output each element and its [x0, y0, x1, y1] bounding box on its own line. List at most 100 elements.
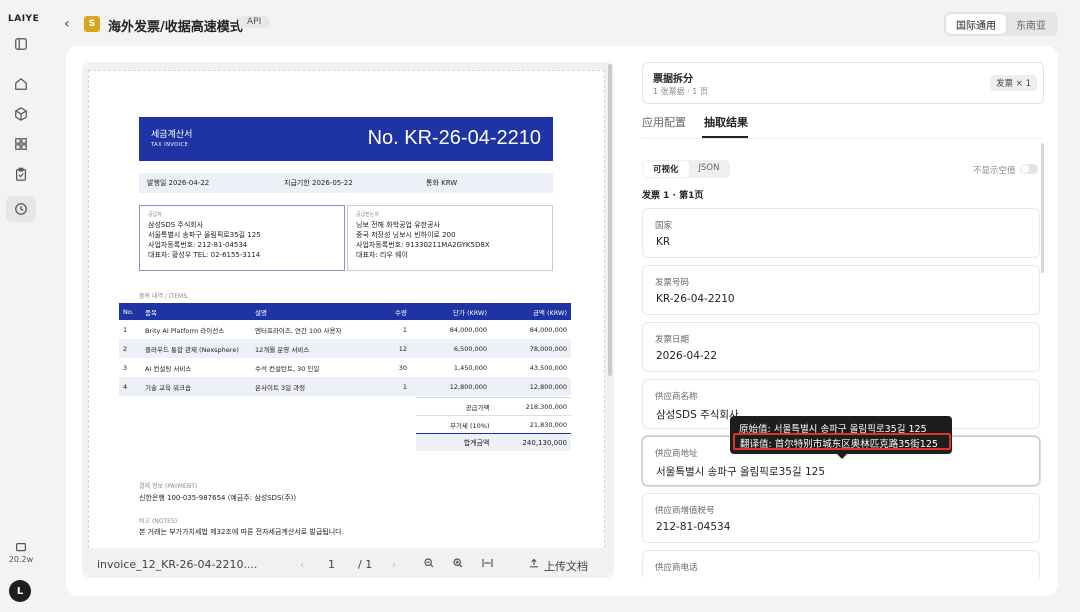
- credit-balance: 20.2w: [8, 555, 34, 564]
- notes-text: 본 거래는 부가가치세법 제32조에 따른 전자세금계산서로 발급됩니다.: [139, 528, 344, 536]
- field-invoice-number[interactable]: 发票号码 KR-26-04-2210: [642, 265, 1040, 315]
- avatar[interactable]: L: [9, 580, 31, 602]
- cell: 1: [402, 325, 407, 334]
- page-number-input[interactable]: 1: [328, 558, 335, 571]
- split-title: 票据拆分: [653, 74, 693, 85]
- upload-button[interactable]: 上传文档: [544, 558, 588, 574]
- totals-row: 공급가액 218,300,000: [416, 397, 571, 415]
- cell: 1: [381, 377, 411, 396]
- totals-value: 218,300,000: [525, 402, 567, 411]
- table-row: 4 기술 교육 워크숍 온사이트 3일 과정 1 12,800,000 12,8…: [119, 377, 571, 396]
- totals-value: 21,830,000: [529, 420, 567, 429]
- view-mode-switch: 可视化 JSON: [642, 160, 731, 178]
- field-country[interactable]: 国家 KR: [642, 208, 1040, 258]
- view-visual[interactable]: 可视化: [643, 161, 689, 177]
- prev-page-button[interactable]: ‹: [300, 558, 304, 571]
- table-row: 3 AI 컨설팅 서비스 수석 컨설턴트, 30 인일 30 1,450,000…: [119, 358, 571, 377]
- field-label: 发票日期: [655, 335, 690, 345]
- tab-extraction-result[interactable]: 抽取结果: [704, 114, 748, 130]
- next-page-button[interactable]: ›: [392, 558, 396, 571]
- laiye-logo: LAIYE: [8, 14, 40, 24]
- table-row: 1 Brity AI Platform 라이선스 엔터프라이즈, 연간 100 …: [119, 320, 571, 339]
- left-rail: LAIYE 20.2w L: [0, 0, 42, 612]
- invoice-page: 세금계산서 TAX INVOICE No. KR-26-04-2210 발행일 …: [88, 70, 605, 548]
- tab-app-config[interactable]: 应用配置: [642, 114, 686, 130]
- region-international[interactable]: 国际通用: [946, 14, 1006, 34]
- cell: 3: [123, 363, 128, 372]
- cell: 온사이트 3일 과정: [251, 377, 381, 396]
- split-summary: 票据拆分 1 张票据 · 1 页 发票 × 1: [642, 62, 1044, 104]
- cell: 6,500,000: [411, 339, 491, 358]
- hide-empty-toggle[interactable]: [1020, 164, 1038, 174]
- col-header: 설명: [251, 303, 381, 320]
- totals-label: 합계금액: [463, 438, 490, 447]
- view-json[interactable]: JSON: [689, 161, 730, 177]
- cell: 기술 교육 워크숍: [141, 377, 251, 396]
- supplier-line: 삼성SDS 주식회사: [148, 221, 204, 229]
- back-icon[interactable]: ‹: [64, 16, 70, 32]
- clipboard-icon[interactable]: [13, 166, 29, 182]
- upload-icon[interactable]: [529, 558, 539, 571]
- supplier-line: 사업자등록번호: 212-81-04534: [148, 241, 248, 249]
- field-label: 供应商名称: [655, 392, 698, 402]
- viewer-scrollbar[interactable]: [608, 64, 612, 376]
- field-value: 삼성SDS 주식회사: [656, 409, 739, 421]
- supplier-line: 서울특별시 송파구 올림픽로35길 125: [148, 231, 261, 239]
- invoice-section-title: 发票 1 · 第1页: [642, 191, 704, 201]
- buyer-line: 중국 저장성 닝보시 빈하이로 200: [356, 231, 456, 239]
- totals-value: 240,130,000: [522, 438, 567, 447]
- totals-label: 부가세 (10%): [449, 421, 490, 430]
- invoice-count-badge[interactable]: 发票 × 1: [990, 75, 1037, 91]
- cell: 12,800,000: [411, 377, 491, 396]
- field-supplier-tax-id[interactable]: 供应商增值税号 212-81-04534: [642, 493, 1040, 543]
- tooltip-arrow: [837, 454, 847, 459]
- items-caption: 품목 내역 / ITEMS: [139, 293, 188, 300]
- due-date: 지급기한 2026-05-22: [284, 179, 353, 187]
- col-header: 수량: [381, 303, 411, 320]
- cell: 43,500,000: [529, 363, 567, 372]
- supplier-box: 공급자 삼성SDS 주식회사 서울특별시 송파구 올림픽로35길 125 사업자…: [139, 205, 345, 271]
- translation-tooltip: 原始值: 서울특별시 송파구 올림픽로35길 125 翻译值: 首尔特别市城东区…: [730, 416, 952, 459]
- api-badge[interactable]: API: [238, 16, 271, 28]
- grid-icon[interactable]: [13, 136, 29, 152]
- cell: 클라우드 통합 관제 (Nexsphere): [141, 339, 251, 358]
- buyer-line: 닝보 전해 화학공업 유한공사: [356, 221, 440, 229]
- payment-caption: 결제 정보 (PAYMENT): [139, 483, 198, 490]
- field-supplier-phone[interactable]: 供应商电话: [642, 550, 1040, 578]
- invoice-header: 세금계산서 TAX INVOICE No. KR-26-04-2210: [139, 117, 553, 161]
- cell: Brity AI Platform 라이선스: [145, 326, 225, 335]
- page-total: / 1: [358, 558, 373, 571]
- hide-empty-label: 不显示空值: [973, 166, 1016, 176]
- cell: 12개월 운영 서비스: [251, 339, 381, 358]
- cell: 4: [119, 377, 141, 396]
- translated-value-highlight: 翻译值: 首尔特别市城东区奥林匹克路35街125: [733, 433, 951, 450]
- field-label: 国家: [655, 221, 673, 231]
- field-invoice-date[interactable]: 发票日期 2026-04-22: [642, 322, 1040, 372]
- app-icon: S: [84, 16, 100, 32]
- region-southeast-asia[interactable]: 东南亚: [1006, 14, 1056, 34]
- panel-icon[interactable]: [13, 36, 29, 52]
- payment-info: 신한은행 100-035-987654 (예금주: 삼성SDS(주)): [139, 494, 297, 502]
- credit-icon: [13, 540, 29, 556]
- field-value: 2026-04-22: [656, 350, 718, 362]
- col-header: No.: [119, 303, 141, 320]
- totals-label: 공급가액: [465, 403, 490, 412]
- zoom-in-icon[interactable]: [453, 558, 463, 571]
- active-tab-indicator: [702, 136, 748, 138]
- cube-icon[interactable]: [13, 106, 29, 122]
- home-icon[interactable]: [13, 76, 29, 92]
- clock-icon[interactable]: [13, 201, 29, 217]
- field-label: 供应商电话: [655, 563, 698, 573]
- zoom-out-icon[interactable]: [424, 558, 434, 571]
- invoice-title-kr: 세금계산서: [151, 130, 193, 140]
- issue-date: 발행일 2026-04-22: [147, 179, 210, 187]
- panel-scrollbar[interactable]: [1041, 143, 1044, 273]
- grand-total-row: 합계금액 240,130,000: [416, 433, 571, 451]
- fit-width-icon[interactable]: [482, 558, 493, 571]
- cell: 엔터프라이즈, 연간 100 사용자: [255, 326, 342, 335]
- buyer-caption: 공급받는자: [356, 212, 380, 218]
- translated-value: 翻译值: 首尔特别市城东区奥林匹克路35街125: [740, 439, 938, 450]
- viewer-toolbar: invoice_12_KR-26-04-2210.... ‹ 1 / 1 › 上…: [82, 550, 614, 578]
- region-switch: 国际通用 东南亚: [944, 12, 1058, 36]
- cell: 30: [398, 363, 407, 372]
